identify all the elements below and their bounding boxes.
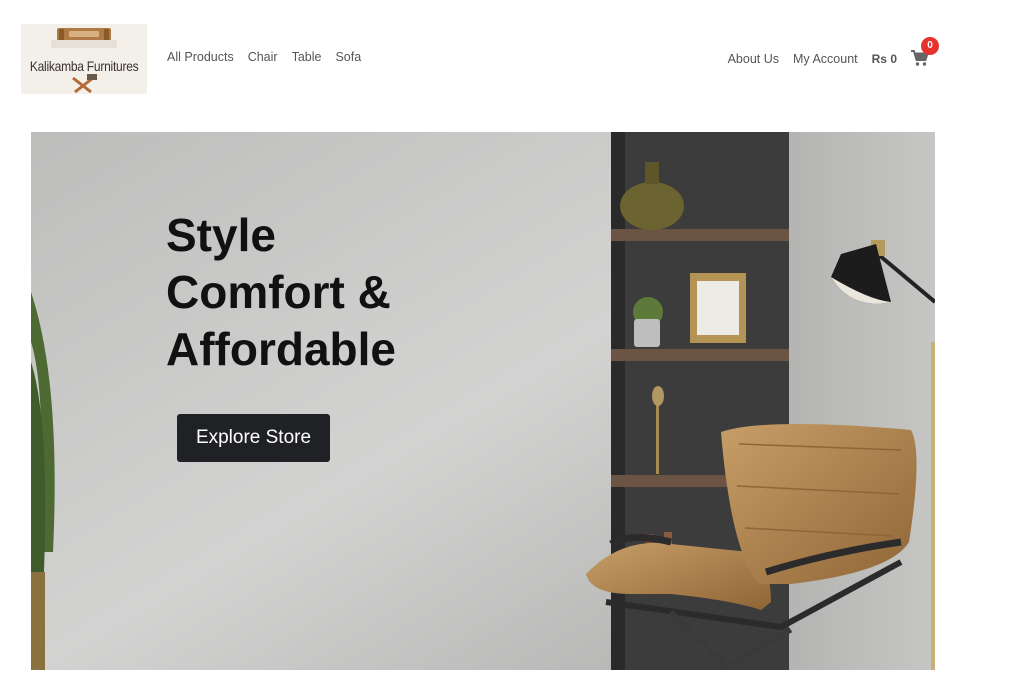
nav-all-products[interactable]: All Products	[167, 50, 234, 64]
hero-heading: Style Comfort & Affordable	[166, 207, 396, 378]
hero-line-comfort: Comfort &	[166, 266, 391, 318]
hero-banner: Style Comfort & Affordable Explore Store	[31, 132, 935, 670]
hero-line-affordable: Affordable	[166, 323, 396, 375]
cart-total: Rs 0	[871, 52, 897, 66]
cart-count-badge: 0	[921, 37, 939, 55]
navbar: Kalikamba Furnitures All Products Chair …	[0, 0, 1018, 118]
explore-store-button[interactable]: Explore Store	[177, 414, 330, 462]
nav-my-account[interactable]: My Account	[793, 52, 858, 66]
account-nav: About Us My Account Rs 0 0	[714, 37, 939, 68]
hero-line-style: Style	[166, 209, 276, 261]
main-nav: All Products Chair Table Sofa	[167, 50, 375, 64]
brand-name: Kalikamba Furnitures	[29, 58, 139, 74]
brand-logo[interactable]: Kalikamba Furnitures	[21, 24, 147, 94]
nav-table[interactable]: Table	[292, 50, 322, 64]
cart-button[interactable]: 0	[910, 37, 939, 67]
nav-sofa[interactable]: Sofa	[335, 50, 361, 64]
nav-about-us[interactable]: About Us	[728, 52, 779, 66]
nav-chair[interactable]: Chair	[248, 50, 278, 64]
